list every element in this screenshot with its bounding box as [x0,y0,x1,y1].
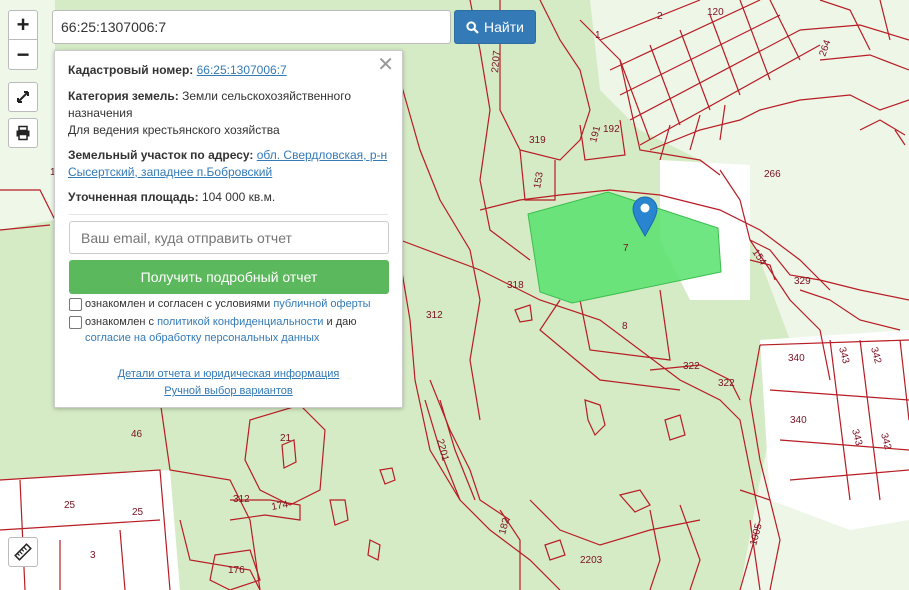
privacy-consent-text: ознакомлен с политикой конфиденциальност… [85,314,392,346]
search-button[interactable]: Найти [454,10,536,44]
ruler-icon [14,543,32,561]
offer-consent-text: ознакомлен и согласен с условиями публич… [85,296,392,312]
plot-label: 176 [228,565,245,576]
plot-label: 46 [131,429,143,440]
address-row: Земельный участок по адресу: обл. Свердл… [68,147,390,181]
plot-label: 21 [280,433,292,444]
plot-label: 312 [426,310,443,321]
search-icon [466,20,479,34]
report-details-link[interactable]: Детали отчета и юридическая информация [118,368,340,380]
plot-label: 322 [683,361,700,372]
plot-label: 2203 [580,555,603,566]
plot-label: 25 [64,500,76,511]
plot-label: 25 [132,507,144,518]
plot-info-panel: ✕ Кадастровый номер: 66:25:1307006:7 Кат… [54,50,403,408]
plot-label: 319 [529,135,546,146]
search-input[interactable] [52,10,451,44]
measure-button[interactable] [8,537,38,567]
plot-label: 192 [603,124,620,135]
plot-label: 340 [790,415,807,426]
selected-plot-label: 7 [623,243,629,254]
email-field[interactable] [69,221,389,254]
address-label: Земельный участок по адресу: [68,148,254,162]
public-offer-link[interactable]: публичной оферты [273,298,370,310]
plot-label: 340 [788,353,805,364]
cadastral-number-link[interactable]: 66:25:1307006:7 [197,63,287,77]
cadastral-label: Кадастровый номер: [68,63,194,77]
get-report-button[interactable]: Получить подробный отчет [69,260,389,294]
plot-label: 3 [90,550,96,561]
manual-link-row: Ручной выбор вариантов [55,385,402,397]
manual-selection-link[interactable]: Ручной выбор вариантов [164,385,292,397]
plot-label: 120 [707,7,724,18]
area-row: Уточненная площадь: 104 000 кв.м. [68,189,390,206]
print-button[interactable] [8,118,38,148]
offer-consent-checkbox[interactable] [69,298,82,311]
zoom-out-button[interactable]: − [8,40,38,70]
land-category-row: Категория земель: Земли сельскохозяйстве… [68,88,390,139]
land-usage: Для ведения крестьянского хозяйства [68,123,280,137]
map-white-area-sw [0,470,180,590]
zoom-in-button[interactable]: + [8,10,38,40]
plot-label: 312 [233,494,250,505]
plot-label: 318 [507,280,524,291]
plot-label: 329 [794,276,811,287]
category-label: Категория земель: [68,89,179,103]
plot-label: 2207 [490,50,503,74]
privacy-consent-prefix: ознакомлен с [85,316,155,328]
plot-label: 2 [657,11,663,22]
fullscreen-button[interactable] [8,82,38,112]
expand-icon [17,91,29,103]
details-link-row: Детали отчета и юридическая информация [55,368,402,380]
plot-label: 8 [622,321,628,332]
cadastral-number-row: Кадастровый номер: 66:25:1307006:7 [68,62,390,79]
privacy-policy-link[interactable]: политикой конфиденциальности [157,316,323,328]
map-white-area-se [760,330,909,530]
area-value: 104 000 кв.м. [201,190,276,204]
plot-label: 266 [764,169,781,180]
printer-icon [16,125,30,141]
personal-data-consent-link[interactable]: согласие на обработку персональных данны… [85,332,319,344]
privacy-consent-checkbox[interactable] [69,316,82,329]
divider [69,214,388,215]
privacy-consent-middle: и даю [326,316,357,328]
search-button-label: Найти [484,19,524,35]
plot-label: 1 [595,30,601,41]
plot-label: 322 [718,378,735,389]
offer-consent-prefix: ознакомлен и согласен с условиями [85,298,271,310]
area-label: Уточненная площадь: [68,190,199,204]
